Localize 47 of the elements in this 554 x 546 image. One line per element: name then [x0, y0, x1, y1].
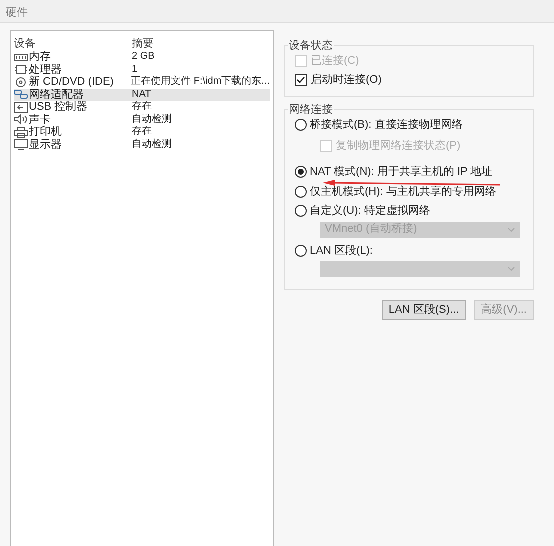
device-summary: 正在使用文件 F:\idm下载的东... [131, 76, 270, 88]
device-name: 打印机 [29, 126, 62, 138]
radio-label: NAT 模式(N): 用于共享主机的 IP 地址 [310, 164, 493, 180]
chevron-down-icon [508, 267, 515, 271]
device-row[interactable]: 新 CD/DVD (IDE) 正在使用文件 F:\idm下载的东... [14, 76, 270, 88]
device-row[interactable]: 处理器 1 [14, 64, 270, 76]
device-row[interactable]: 声卡 自动检测 [14, 114, 270, 126]
device-row[interactable]: 网络适配器 NAT [14, 88, 270, 101]
memory-icon [14, 52, 28, 63]
speaker-icon [14, 114, 28, 126]
device-name: 显示器 [29, 138, 62, 151]
printer-icon [14, 126, 28, 138]
device-row[interactable]: USB 控制器 存在 [14, 101, 270, 114]
device-summary: 存在 [132, 101, 152, 114]
device-row[interactable]: 内存 2 GB [14, 51, 270, 64]
dialog-button[interactable]: LAN 区段(S)... [382, 300, 466, 320]
disc-icon [14, 76, 28, 88]
device-name: USB 控制器 [29, 101, 88, 114]
network-icon [14, 89, 28, 100]
device-name: 内存 [29, 51, 51, 64]
device-name: 新 CD/DVD (IDE) [29, 76, 114, 88]
monitor-icon [14, 139, 28, 150]
device-summary: 存在 [132, 126, 152, 138]
chevron-down-icon [508, 228, 515, 232]
radio-label: 桥接模式(B): 直接连接物理网络 [310, 118, 463, 133]
column-header: 摘要 [132, 38, 154, 51]
device-summary: 2 GB [132, 51, 155, 64]
device-name: 处理器 [29, 64, 62, 76]
radio-label: 自定义(U): 特定虚拟网络 [310, 204, 430, 219]
usb-icon [14, 102, 28, 113]
radio-label: LAN 区段(L): [310, 244, 373, 258]
column-header: 设备 [14, 38, 37, 51]
chip-icon [14, 64, 28, 76]
device-row[interactable]: 显示器 自动检测 [14, 138, 270, 151]
device-name: 声卡 [29, 114, 51, 126]
checkbox-label: 已连接(C) [311, 54, 360, 69]
device-summary: 自动检测 [132, 138, 172, 151]
radio-label: 仅主机模式(H): 与主机共享的专用网络 [310, 184, 496, 200]
checkbox-label: 复制物理网络连接状态(P) [336, 138, 461, 154]
device-summary: 自动检测 [132, 114, 172, 126]
device-summary: NAT [132, 88, 152, 101]
device-name: 网络适配器 [29, 88, 84, 101]
checkbox[interactable] [295, 74, 307, 86]
window-title: 硬件 [6, 6, 28, 21]
device-row[interactable]: 打印机 存在 [14, 126, 270, 138]
checkbox-label: 启动时连接(O) [311, 72, 382, 88]
device-summary: 1 [132, 64, 138, 76]
